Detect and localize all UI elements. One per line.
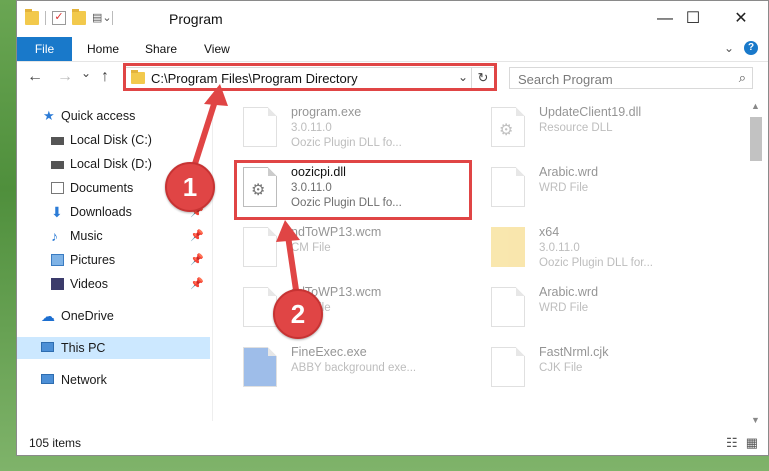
step-badge-2: 2 [273, 289, 323, 339]
arrow-1-shaft [190, 97, 219, 171]
arrow-2-shaft [285, 235, 299, 291]
arrow-2-head [276, 220, 300, 242]
arrow-1-head [204, 84, 228, 106]
annotation-arrows [190, 84, 300, 291]
step-badge-1: 1 [165, 162, 215, 212]
